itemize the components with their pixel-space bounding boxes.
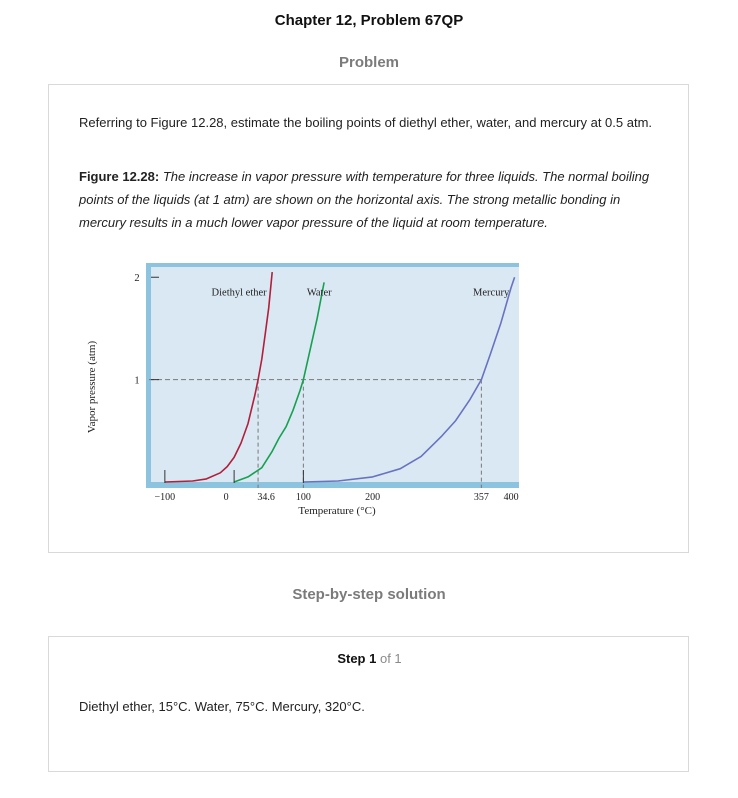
series-label: Mercury bbox=[473, 288, 510, 299]
solution-heading: Step-by-step solution bbox=[292, 586, 446, 603]
vapor-pressure-figure: 1 2 −100 0 34.6 100 200 357 400 Diethyl ether Wat… bbox=[79, 257, 519, 527]
page-title: Chapter 12, Problem 67QP bbox=[274, 12, 464, 29]
problem-heading: Problem bbox=[338, 54, 399, 71]
x-tick-label: 200 bbox=[365, 492, 380, 503]
step-answer: Diethyl ether, 15°C. Water, 75°C. Mercur… bbox=[79, 699, 365, 714]
figure-caption-label: Figure 12.28: bbox=[79, 169, 160, 184]
step-label: Step 1 bbox=[337, 651, 377, 666]
step-count: of 1 bbox=[379, 651, 402, 666]
y-tick-label: 2 bbox=[134, 273, 139, 284]
x-tick-label: 357 bbox=[474, 492, 489, 503]
y-axis-label: Vapor pressure (atm) bbox=[86, 341, 98, 434]
x-tick-label: 400 bbox=[504, 492, 519, 503]
problem-text: Referring to Figure 12.28, estimate the … bbox=[79, 115, 653, 130]
problem-card: Referring to Figure 12.28, estimate the … bbox=[48, 84, 689, 553]
solution-card: Step 1 of 1 Diethyl ether, 15°C. Water, … bbox=[48, 636, 689, 772]
figure-caption-text: The increase in vapor pressure with temp… bbox=[79, 169, 650, 230]
step-header: Step 1 of 1 bbox=[49, 651, 690, 666]
series-label: Diethyl ether bbox=[212, 288, 268, 299]
vapor-pressure-chart: 1 2 −100 0 34.6 100 200 357 400 Diethyl ether Wat… bbox=[86, 263, 519, 517]
series-label: Water bbox=[307, 288, 332, 299]
x-tick-label: 0 bbox=[224, 492, 229, 503]
x-tick-label: 100 bbox=[296, 492, 311, 503]
x-tick-label: −100 bbox=[155, 492, 176, 503]
y-tick-label: 1 bbox=[134, 376, 139, 387]
x-tick-label: 34.6 bbox=[257, 492, 275, 503]
plot-area bbox=[151, 267, 519, 482]
x-axis-label: Temperature (°C) bbox=[298, 505, 376, 517]
figure-caption: Figure 12.28: The increase in vapor pres… bbox=[79, 165, 669, 234]
